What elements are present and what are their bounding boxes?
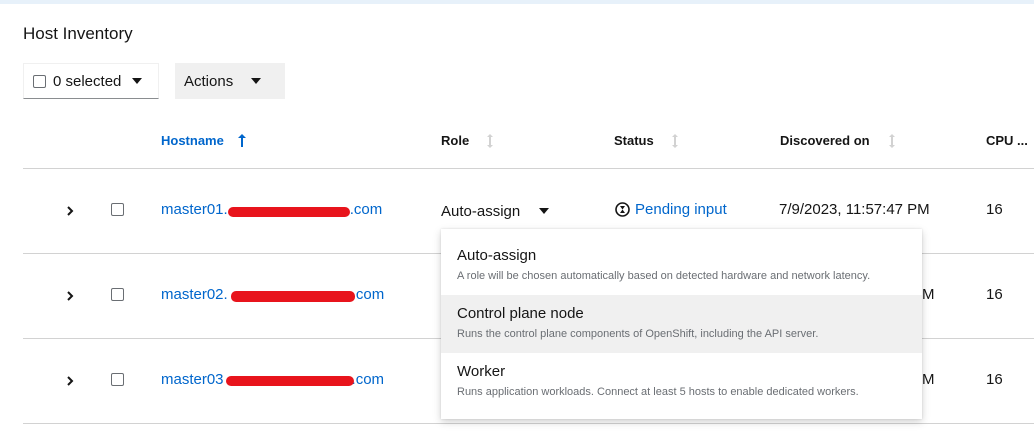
hostname-prefix: master03 — [161, 371, 224, 388]
caret-down-icon — [251, 78, 262, 84]
caret-down-icon — [132, 78, 143, 84]
redaction-mark — [231, 291, 355, 302]
bulk-select-dropdown[interactable]: 0 selected — [23, 63, 159, 99]
role-option-control-plane-node[interactable]: Control plane node Runs the control plan… — [441, 295, 922, 353]
row-checkbox[interactable] — [111, 203, 124, 216]
role-dropdown-menu: Auto-assign A role will be chosen automa… — [441, 229, 922, 419]
discovered-on-value: M — [922, 286, 935, 303]
top-banner-strip — [0, 0, 1034, 4]
row-expand-chevron-icon[interactable] — [63, 289, 77, 303]
status-pending-input[interactable]: Pending input — [615, 201, 727, 218]
role-option-description: Runs application workloads. Connect at l… — [457, 386, 859, 398]
sort-icon — [487, 133, 494, 148]
cpu-value: 16 — [986, 371, 1003, 388]
table-header-divider — [23, 168, 1034, 169]
row-expand-chevron-icon[interactable] — [63, 204, 77, 218]
column-header-label: Role — [441, 133, 470, 148]
role-value: Auto-assign — [441, 202, 521, 220]
role-option-title: Auto-assign — [457, 247, 537, 264]
hourglass-icon — [615, 202, 630, 217]
role-dropdown-toggle[interactable]: Auto-assign — [441, 201, 550, 221]
role-option-auto-assign[interactable]: Auto-assign A role will be chosen automa… — [441, 237, 922, 295]
column-header-status[interactable]: Status — [614, 133, 679, 148]
discovered-on-value: M — [922, 371, 935, 388]
column-header-discovered-on[interactable]: Discovered on — [780, 133, 896, 148]
select-all-checkbox[interactable] — [33, 74, 46, 88]
role-option-description: Runs the control plane components of Ope… — [457, 328, 819, 340]
role-option-description: A role will be chosen automatically base… — [457, 270, 871, 282]
column-header-label: Hostname — [161, 133, 224, 148]
column-header-hostname[interactable]: Hostname — [161, 133, 246, 148]
actions-dropdown[interactable]: Actions — [175, 63, 285, 99]
redaction-mark — [228, 207, 350, 217]
bulk-select-label: 0 selected — [53, 72, 122, 90]
sort-icon — [888, 133, 895, 148]
column-header-cpu[interactable]: CPU ... — [986, 133, 1028, 148]
actions-label: Actions — [184, 72, 234, 90]
sort-ascending-icon — [237, 134, 246, 147]
redaction-mark — [226, 376, 354, 386]
row-expand-chevron-icon[interactable] — [63, 374, 77, 388]
hostname-suffix: .com — [349, 201, 383, 218]
row-checkbox[interactable] — [111, 288, 124, 301]
hostname-prefix: master01. — [161, 201, 228, 218]
cpu-value: 16 — [986, 201, 1003, 218]
column-header-label: Discovered on — [780, 133, 870, 148]
page-title: Host Inventory — [23, 24, 133, 43]
column-header-role[interactable]: Role — [441, 133, 494, 148]
role-option-worker[interactable]: Worker Runs application workloads. Conne… — [441, 353, 922, 411]
caret-down-icon — [539, 208, 550, 214]
row-divider — [23, 423, 1034, 424]
sort-icon — [671, 133, 678, 148]
row-checkbox[interactable] — [111, 373, 124, 386]
status-label: Pending input — [635, 201, 727, 218]
discovered-on-value: 7/9/2023, 11:57:47 PM — [779, 201, 930, 218]
role-option-title: Control plane node — [457, 305, 584, 322]
column-header-label: CPU ... — [986, 133, 1028, 148]
hostname-prefix: master02. — [161, 286, 228, 303]
hostname-suffix: .com — [351, 286, 385, 303]
hostname-suffix: .com — [351, 371, 385, 388]
role-option-title: Worker — [457, 363, 506, 380]
column-header-label: Status — [614, 133, 654, 148]
cpu-value: 16 — [986, 286, 1003, 303]
